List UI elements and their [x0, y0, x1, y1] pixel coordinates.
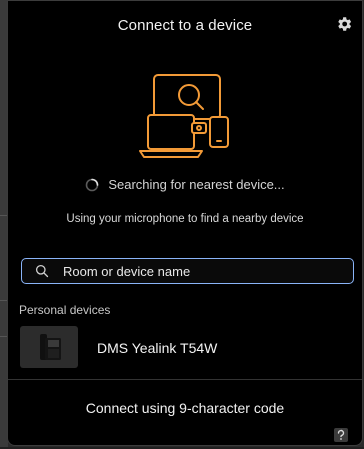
dialog-title: Connect to a device — [117, 17, 253, 34]
device-search-illustration — [132, 71, 242, 163]
searching-text: Searching for nearest device... — [108, 177, 285, 192]
device-item[interactable]: DMS Yealink T54W — [8, 322, 362, 372]
search-icon — [35, 264, 49, 278]
device-search-input[interactable] — [63, 261, 353, 281]
device-search-box[interactable] — [21, 258, 354, 284]
device-thumbnail — [20, 326, 78, 368]
microphone-hint: Using your microphone to find a nearby d… — [66, 213, 304, 225]
loading-spinner-icon — [85, 178, 99, 192]
connect-with-code-button[interactable]: Connect using 9-character code — [8, 400, 362, 416]
connect-device-dialog: Connect to a device Searching for neares… — [7, 0, 363, 446]
gear-icon[interactable] — [335, 15, 353, 33]
desk-phone-icon — [40, 334, 61, 360]
help-icon[interactable] — [332, 426, 350, 444]
searching-status: Searching for nearest device... — [8, 177, 362, 192]
personal-devices-heading: Personal devices — [19, 303, 111, 317]
footer-divider — [8, 379, 362, 380]
device-name: DMS Yealink T54W — [97, 340, 218, 356]
